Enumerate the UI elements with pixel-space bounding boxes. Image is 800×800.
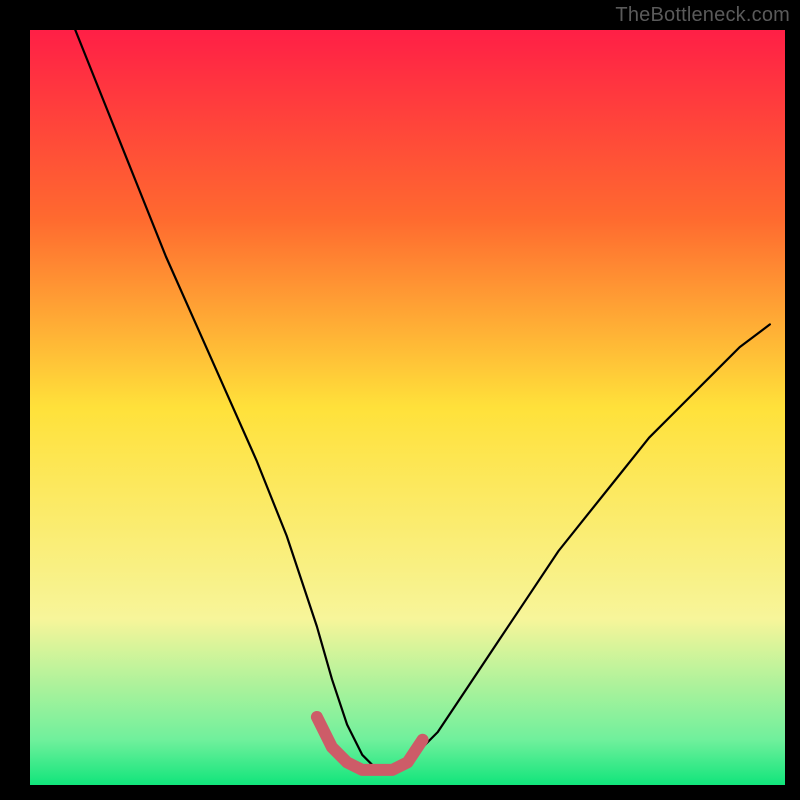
plot-background bbox=[30, 30, 785, 785]
bottleneck-chart bbox=[0, 0, 800, 800]
chart-stage: TheBottleneck.com bbox=[0, 0, 800, 800]
watermark-text: TheBottleneck.com bbox=[615, 4, 790, 27]
